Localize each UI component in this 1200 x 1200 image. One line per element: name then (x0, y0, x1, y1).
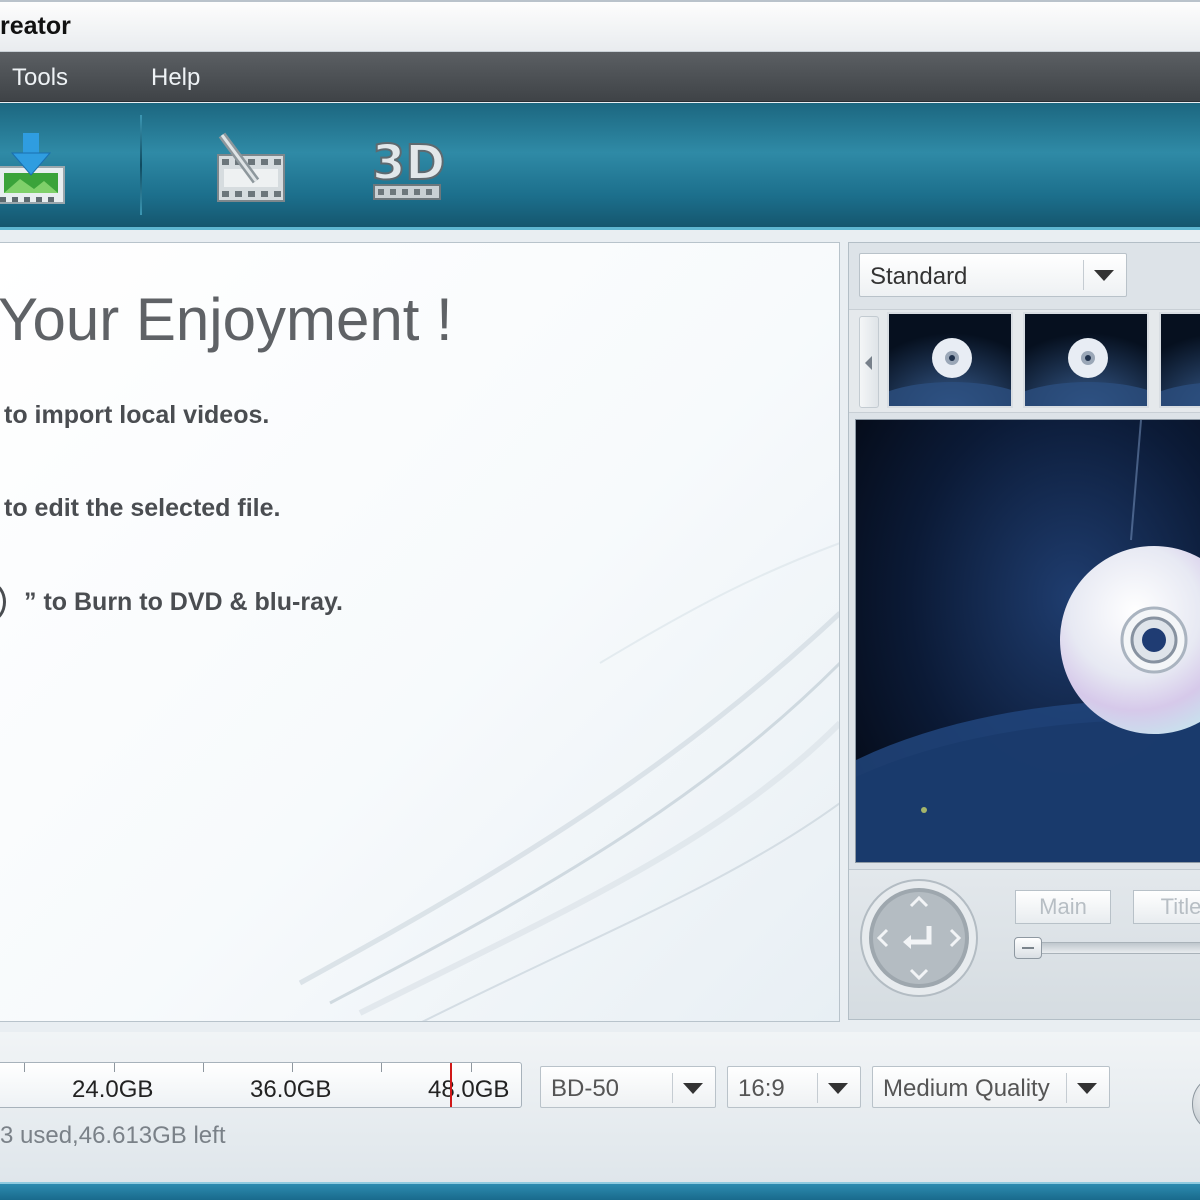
menu-preview-panel: Standard Main Title (848, 242, 1200, 1020)
preview-seek-slider[interactable] (1014, 937, 1200, 959)
slider-handle[interactable] (1014, 937, 1042, 959)
template-thumbnail[interactable] (1159, 312, 1200, 408)
capacity-tick (292, 1063, 293, 1072)
menu-help[interactable]: Help (151, 64, 200, 92)
window-title: reator (0, 12, 71, 40)
disc-thumbnail-icon (889, 314, 1011, 406)
template-thumbnail-strip (849, 309, 1200, 413)
welcome-panel: Your Enjoyment ! to import local videos.… (0, 242, 840, 1022)
capacity-tick (471, 1063, 472, 1072)
title-menu-button[interactable]: Title (1133, 890, 1200, 924)
arrow-left-icon (865, 356, 872, 370)
disc-thumbnail-icon (1161, 314, 1200, 406)
disc-usage-text: 3 used,46.613GB left (0, 1122, 226, 1149)
template-thumbnail[interactable] (1023, 312, 1149, 408)
template-thumbnail[interactable] (887, 312, 1013, 408)
menu-preview (855, 419, 1200, 863)
main-menu-button[interactable]: Main (1015, 890, 1111, 924)
decorative-swoosh (298, 542, 839, 1021)
quality-select[interactable]: Medium Quality (872, 1066, 1110, 1108)
burn-button[interactable] (1192, 1074, 1200, 1134)
disc-preview-image (856, 420, 1200, 862)
dpad-icon (860, 879, 978, 997)
window-bottom-edge (0, 1182, 1200, 1200)
3d-button[interactable]: 3D (366, 125, 456, 215)
menu-template-value: Standard (870, 263, 968, 290)
disc-capacity-bar: 24.0GB 36.0GB 48.0GB (0, 1062, 522, 1108)
navigation-dial[interactable] (859, 878, 979, 998)
capacity-label: 24.0GB (72, 1076, 154, 1103)
chevron-down-icon (1077, 1083, 1097, 1094)
welcome-heading: Your Enjoyment ! (0, 286, 453, 353)
step-burn: ” to Burn to DVD & blu-ray. (24, 588, 343, 616)
capacity-label: 48.0GB (428, 1076, 510, 1103)
capacity-tick (203, 1063, 204, 1072)
title-bar: reator (0, 0, 1200, 52)
import-button[interactable] (0, 125, 80, 215)
menu-bar: Tools Help (0, 52, 1200, 102)
dropdown-divider (1083, 260, 1084, 290)
quality-value: Medium Quality (883, 1075, 1050, 1102)
disc-type-value: BD-50 (551, 1075, 620, 1102)
chevron-down-icon (683, 1083, 703, 1094)
app-window: { "window": { "title": "reator" }, "menu… (0, 0, 1200, 1200)
disc-thumbnail-icon (1025, 314, 1147, 406)
dropdown-divider (1066, 1073, 1067, 1103)
disc-type-select[interactable]: BD-50 (540, 1066, 716, 1108)
step-import: to import local videos. (4, 401, 270, 429)
edit-button[interactable] (208, 125, 298, 215)
scroll-left-button[interactable] (859, 316, 879, 408)
dropdown-divider (817, 1073, 818, 1103)
menu-template-select[interactable]: Standard (859, 253, 1127, 297)
bottom-bar: 24.0GB 36.0GB 48.0GB 3 used,46.613GB lef… (0, 1032, 1200, 1182)
capacity-tick (381, 1063, 382, 1072)
capacity-tick (24, 1063, 25, 1072)
preview-player-controls: Main Title (849, 869, 1200, 1019)
menu-tools[interactable]: Tools (12, 64, 68, 92)
main-toolbar: 3D (0, 103, 1200, 230)
aspect-ratio-select[interactable]: 16:9 (727, 1066, 861, 1108)
3d-icon: 3D (371, 134, 446, 200)
chevron-down-icon (828, 1083, 848, 1094)
chevron-down-icon (1094, 270, 1114, 281)
step-edit: to edit the selected file. (4, 494, 281, 522)
aspect-ratio-value: 16:9 (738, 1075, 785, 1102)
import-video-icon (0, 133, 65, 204)
toolbar-separator (140, 115, 142, 215)
dropdown-divider (672, 1073, 673, 1103)
capacity-label: 36.0GB (250, 1076, 332, 1103)
edit-video-icon (217, 132, 285, 202)
capacity-tick (114, 1063, 115, 1072)
3d-label: 3D (372, 135, 445, 191)
capacity-limit-marker (450, 1063, 452, 1107)
